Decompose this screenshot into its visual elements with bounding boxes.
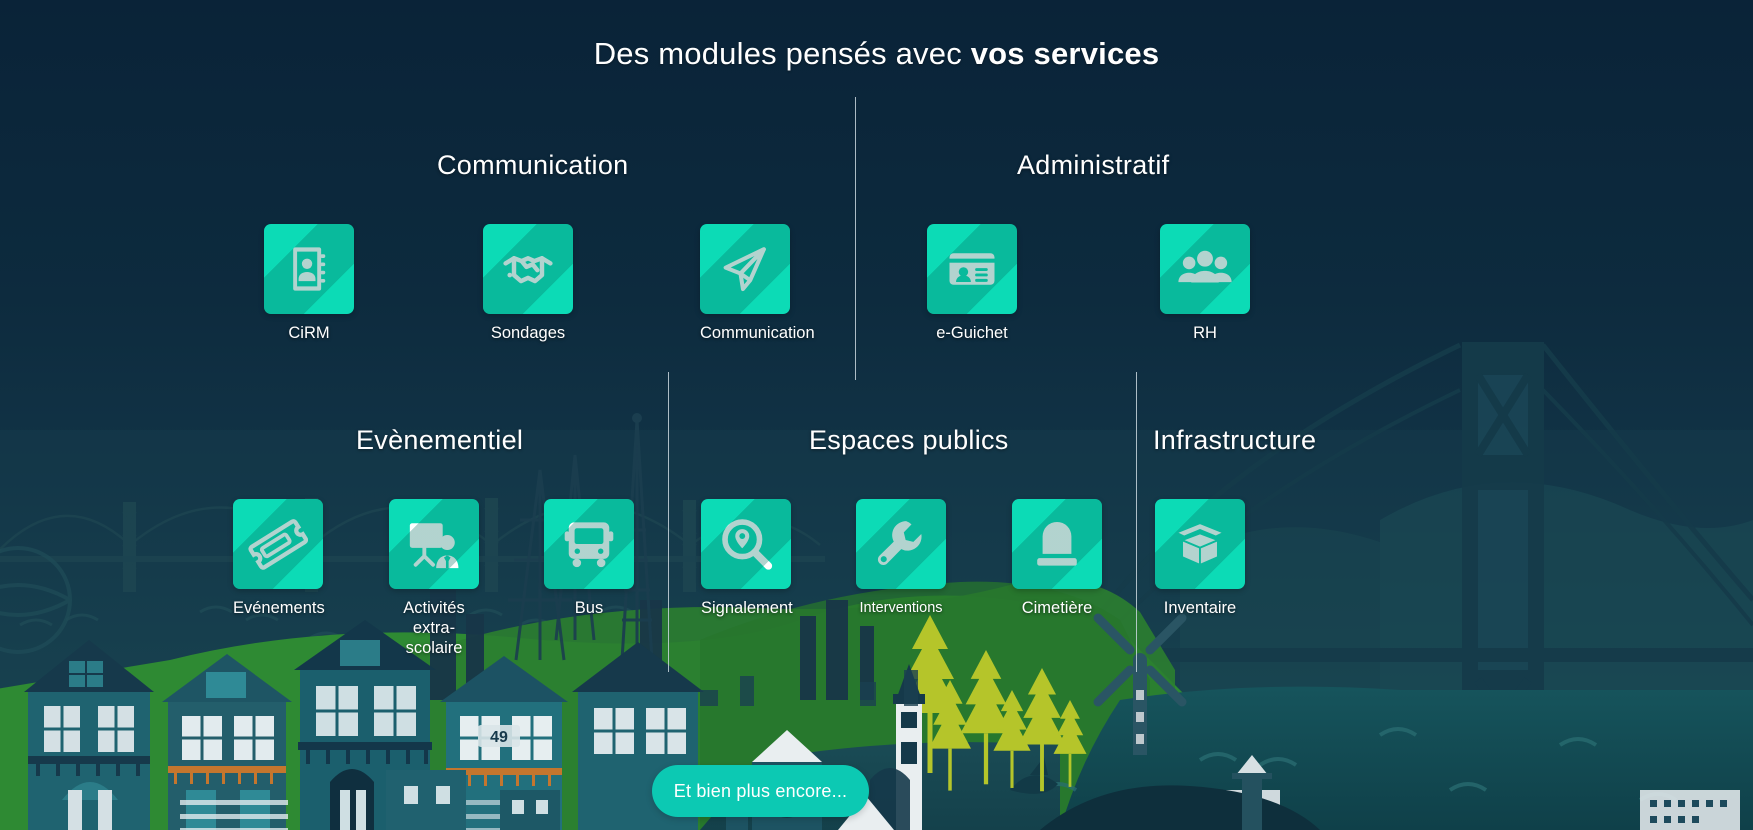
module-activites-extra-scolaire[interactable]: Activités extra- scolaire [389,499,479,658]
presentation-icon [409,523,459,569]
module-tile[interactable] [700,224,790,314]
divider-bottom-right [1136,372,1137,672]
paper-plane-icon [723,247,766,292]
module-tile[interactable] [1012,499,1102,589]
page-title: Des modules pensés avec vos services [0,36,1753,72]
module-label: CiRM [288,324,330,342]
group-title-espaces-publics: Espaces publics [809,425,1009,455]
wrench-icon [877,521,922,565]
module-label: Sondages [490,324,566,342]
module-cirm[interactable]: CiRM [264,224,354,343]
ticket-icon [248,519,308,570]
module-label: Signalement [701,599,793,617]
magnifier-pin-icon [722,519,773,570]
module-label: Communication [700,324,815,342]
bus-icon [564,522,614,568]
module-bus[interactable]: Bus [544,499,634,618]
module-tile[interactable] [701,499,791,589]
module-label: Inventaire [1163,599,1237,617]
module-e-guichet[interactable]: e-Guichet [927,224,1017,343]
module-tile[interactable] [927,224,1017,314]
module-cimetiere[interactable]: Cimetière [1012,499,1102,618]
module-tile[interactable] [233,499,323,589]
group-title-communication: Communication [437,150,629,180]
address-book-icon [293,247,326,291]
module-inventaire[interactable]: Inventaire [1155,499,1245,618]
module-label: Interventions [859,600,943,616]
module-tile[interactable] [264,224,354,314]
divider-bottom-left [668,372,669,672]
module-sondages[interactable]: Sondages [483,224,573,343]
module-interventions[interactable]: Interventions [856,499,946,618]
module-tile[interactable] [544,499,634,589]
module-evenements[interactable]: Evénements [233,499,325,618]
group-title-infrastructure: Infrastructure [1153,425,1317,455]
module-tile[interactable] [856,499,946,589]
module-signalement[interactable]: Signalement [701,499,793,618]
module-rh[interactable]: RH [1160,224,1250,343]
id-card-icon [949,253,995,285]
module-communication[interactable]: Communication [700,224,815,343]
module-label: Evénements [233,599,325,617]
module-label: Bus [574,599,604,617]
module-tile[interactable] [1160,224,1250,314]
group-title-administratif: Administratif [1017,150,1170,180]
page-title-plain: Des modules pensés avec [593,36,971,71]
handshake-icon [503,256,553,284]
open-box-icon [1175,522,1225,566]
module-tile[interactable] [1155,499,1245,589]
group-title-evenementiel: Evènementiel [356,425,524,455]
page-title-bold: vos services [970,36,1160,71]
module-label: e-Guichet [936,324,1008,342]
module-tile[interactable] [389,499,479,589]
divider-top [855,97,856,380]
module-label: RH [1193,324,1217,342]
tombstone-icon [1037,521,1077,566]
module-label: Activités extra- scolaire [403,599,465,657]
people-group-icon [1178,250,1232,283]
module-tile[interactable] [483,224,573,314]
module-label: Cimetière [1021,599,1093,617]
more-modules-button[interactable]: Et bien plus encore... [652,765,869,817]
